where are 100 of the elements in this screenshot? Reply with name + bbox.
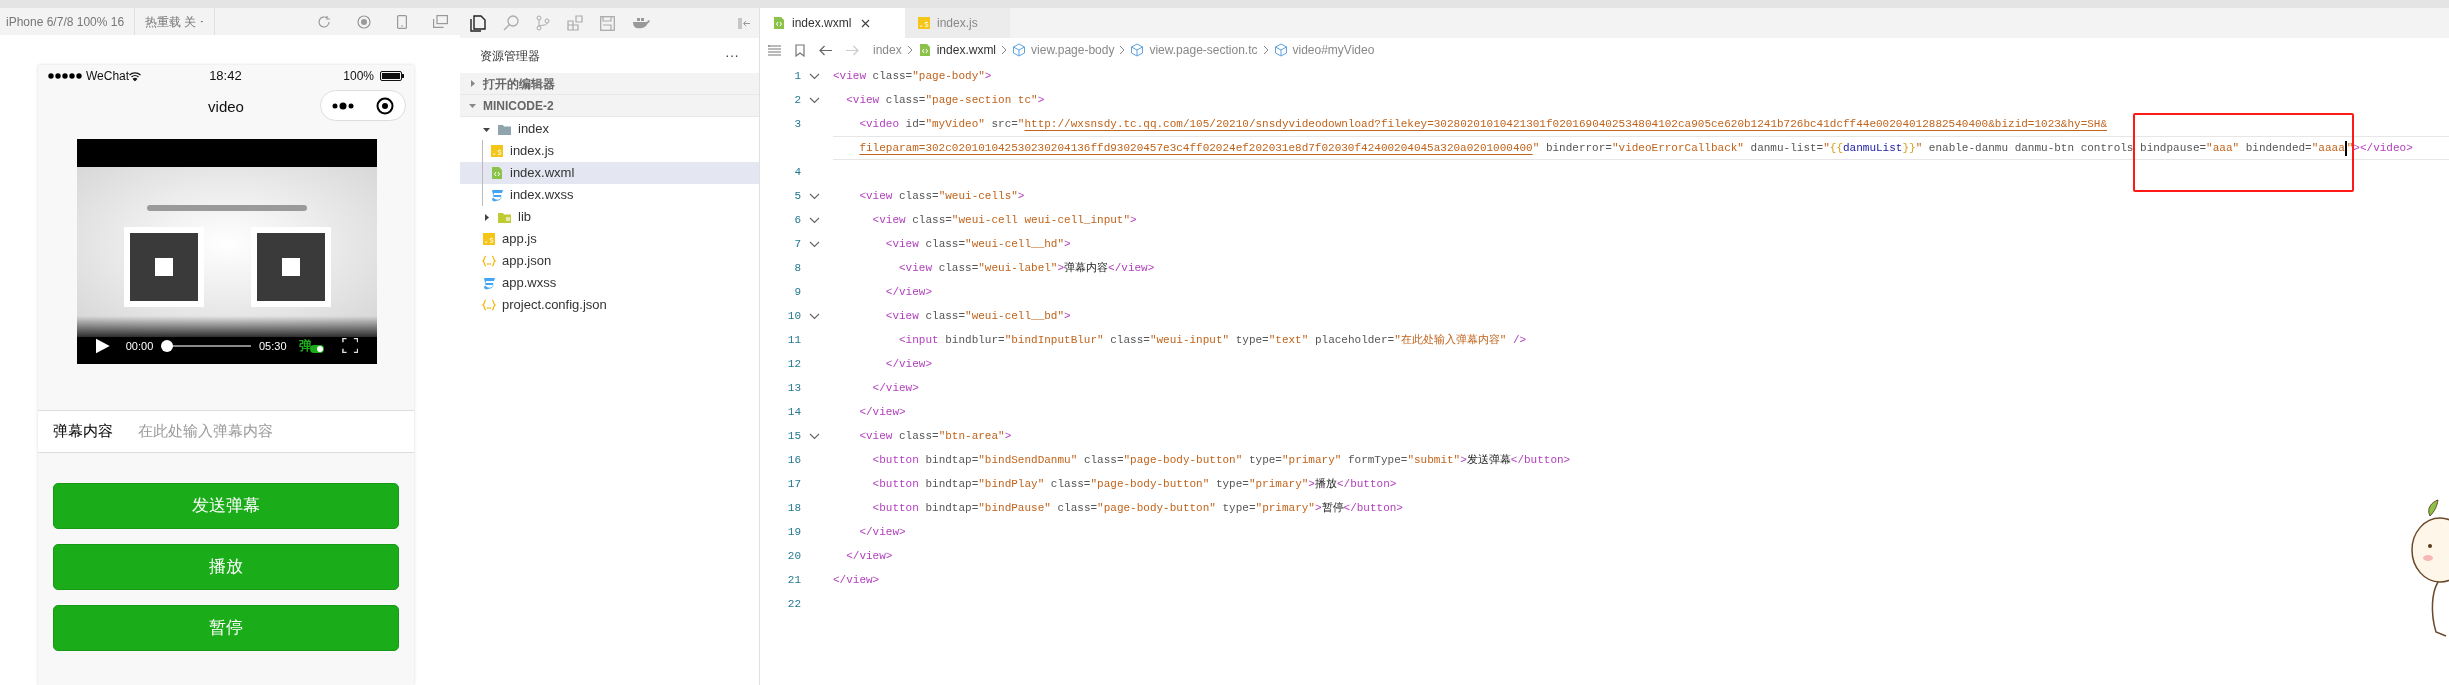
record-icon[interactable]	[357, 14, 371, 29]
progress-track[interactable]	[161, 340, 251, 352]
wxml-file-icon	[917, 43, 932, 57]
list-icon[interactable]	[768, 44, 781, 56]
tree-item[interactable]: app.js	[460, 228, 759, 250]
tree-item[interactable]: index.wxml	[460, 162, 759, 184]
windows-icon[interactable]	[433, 15, 448, 28]
whale-icon[interactable]	[632, 17, 650, 29]
bookmark-icon[interactable]	[795, 43, 805, 57]
close-icon[interactable]	[861, 18, 871, 28]
device-dropdown[interactable]: iPhone 6/7/8 100% 16	[0, 8, 135, 35]
more-icon[interactable]	[332, 101, 354, 110]
code-line: <button bindtap="bindPlay" class="page-body-button" type="primary">播放</button>	[871, 477, 1397, 491]
explorer-title: 资源管理器	[480, 47, 540, 65]
js-file-icon	[482, 232, 496, 246]
danmu-toggle[interactable]: 弹	[298, 338, 324, 354]
progress-thumb[interactable]	[161, 340, 174, 352]
fold-chevron-icon[interactable]	[809, 312, 820, 320]
line-number: 11	[786, 332, 801, 348]
tree-item[interactable]: app.wxss	[460, 272, 759, 294]
line-number: 17	[786, 476, 801, 492]
code-line: <view class="weui-cell__hd">	[884, 237, 1071, 251]
breadcrumb-item[interactable]: video#myVideo	[1292, 41, 1375, 59]
code-line: </view>	[871, 381, 919, 395]
code-line: <view class="weui-cell__bd">	[884, 309, 1071, 323]
code-line: </view>	[833, 573, 880, 587]
tree-item[interactable]: index.wxss	[460, 184, 759, 206]
breadcrumb-item[interactable]: index	[873, 41, 902, 59]
fold-chevron-icon[interactable]	[809, 96, 820, 104]
signal-icon	[48, 73, 82, 79]
page-title: video	[208, 96, 244, 117]
folder-icon	[497, 122, 512, 136]
editor-tab[interactable]: index.wxml	[760, 8, 905, 38]
line-number: 10	[786, 308, 801, 324]
line-number: 9	[793, 284, 801, 300]
line-number: 19	[786, 524, 801, 540]
line-number: 16	[786, 452, 801, 468]
line-number: 12	[786, 356, 801, 372]
line-number: 13	[786, 380, 801, 396]
wifi-icon	[129, 71, 142, 81]
play-icon[interactable]	[96, 338, 110, 354]
code-line: </view>	[884, 357, 933, 371]
fullscreen-icon[interactable]	[341, 337, 358, 354]
line-number: 14	[786, 404, 801, 420]
code-line: <view class="weui-cell weui-cell_input">	[871, 213, 1137, 227]
target-icon[interactable]	[376, 96, 394, 115]
json-file-icon	[482, 254, 496, 268]
js-file-icon	[917, 16, 931, 30]
more-button[interactable]: ···	[725, 45, 739, 66]
line-number: 20	[786, 548, 801, 564]
breadcrumb-item[interactable]: index.wxml	[936, 41, 997, 59]
danmu-input-field[interactable]: 在此处输入弹幕内容	[138, 420, 399, 443]
breadcrumb-item[interactable]: view.page-section.tc	[1149, 41, 1258, 59]
section-header[interactable]: MINICODE-2	[460, 95, 759, 117]
back-arrow-icon[interactable]	[819, 44, 832, 56]
line-number: 18	[786, 500, 801, 516]
phone-icon[interactable]	[397, 14, 407, 29]
code-line: </view>	[884, 285, 933, 299]
fold-chevron-icon[interactable]	[809, 216, 820, 224]
field-label: 弹幕内容	[53, 421, 114, 442]
tree-item[interactable]: lib	[460, 206, 759, 228]
code-line: <button bindtap="bindSendDanmu" class="page-body-button" type="primary" formType="submit">发送弹幕</button>	[871, 453, 1571, 467]
chevron-right-icon	[1001, 45, 1008, 55]
line-number: 2	[793, 92, 801, 108]
hot-reload-dropdown[interactable]: 热重载 关	[135, 8, 215, 35]
caret-right-icon[interactable]	[482, 212, 491, 222]
code-line: <view class="btn-area">	[858, 429, 1012, 443]
code-line: </view>	[858, 525, 906, 539]
tree-item[interactable]: project.config.json	[460, 294, 759, 316]
chevron-right-icon	[1262, 45, 1269, 55]
section-header[interactable]: 打开的编辑器	[460, 73, 759, 95]
fold-chevron-icon[interactable]	[809, 240, 820, 248]
line-number: 21	[786, 572, 801, 588]
folder-icon	[497, 210, 512, 224]
input-cell[interactable]: 弹幕内容 在此处输入弹幕内容	[38, 410, 414, 453]
line-number: 15	[786, 428, 801, 444]
line-number: 4	[793, 164, 801, 180]
line-number: 5	[793, 188, 801, 204]
tree-item[interactable]: index	[460, 118, 759, 140]
fold-chevron-icon[interactable]	[809, 432, 820, 440]
code-line: <input bindblur="bindInputBlur" class="weui-input" type="text" placeholder="在此处输入弹幕内容" />	[898, 333, 1527, 347]
line-number: 7	[793, 236, 801, 252]
chevron-right-icon	[906, 45, 913, 55]
current-time: 00:00	[125, 339, 154, 354]
tree-item[interactable]: app.json	[460, 250, 759, 272]
fold-chevron-icon[interactable]	[809, 72, 820, 80]
cube-icon	[1012, 43, 1027, 57]
breadcrumb-item[interactable]: view.page-body	[1031, 41, 1115, 59]
collapse-icon[interactable]	[738, 17, 751, 29]
tree-item[interactable]: index.js	[460, 140, 759, 162]
code-line: <view class="page-body">	[833, 69, 992, 83]
code-line: <view class="weui-label">弹幕内容</view>	[898, 261, 1155, 275]
capsule-menu[interactable]	[320, 90, 406, 121]
chevron-right-icon	[1119, 45, 1126, 55]
files-icon[interactable]	[470, 14, 486, 32]
line-number: 1	[793, 68, 801, 84]
fold-chevron-icon[interactable]	[809, 192, 820, 200]
code-line: </view>	[858, 405, 906, 419]
js-file-icon	[490, 144, 504, 158]
cube-icon	[1273, 43, 1288, 57]
